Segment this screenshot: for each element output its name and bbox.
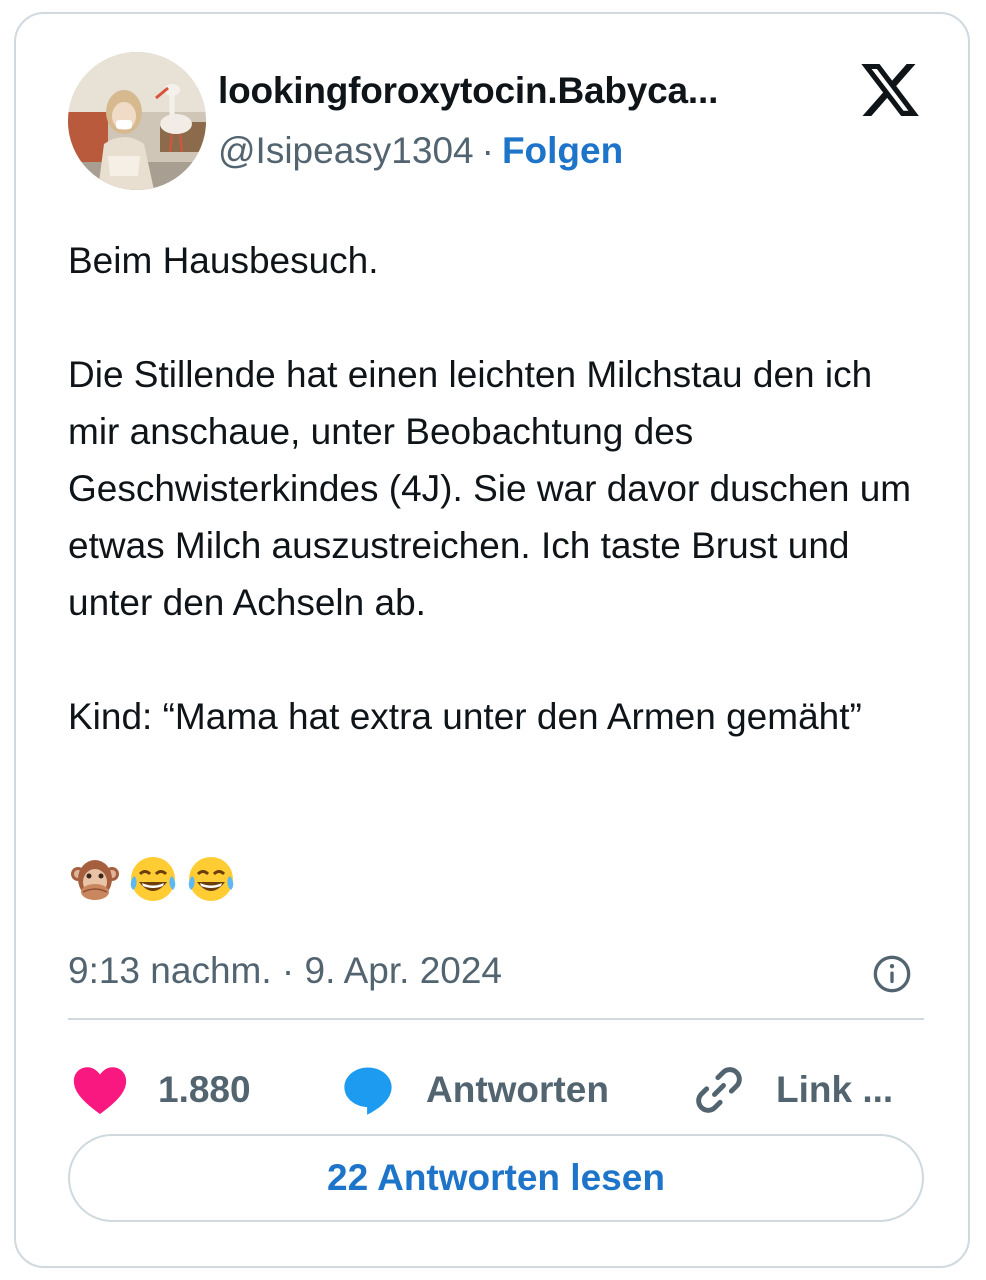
like-count: 1.880	[158, 1069, 251, 1110]
author-handle[interactable]: @Isipeasy1304	[218, 130, 474, 171]
tweet-paragraph: Kind: “Mama hat extra unter den Armen ge…	[68, 696, 862, 737]
tweet-paragraph: Die Stillende hat einen leichten Milchst…	[68, 354, 912, 623]
tweet-timestamp[interactable]: 9:13 nachm. · 9. Apr. 2024	[68, 950, 502, 992]
author-handle-row: @Isipeasy1304 · Folgen	[218, 130, 623, 172]
copy-link-button[interactable]: Link ...	[692, 1060, 893, 1120]
emoji-row	[68, 852, 238, 912]
speak-no-evil-monkey-icon	[71, 860, 119, 900]
info-icon[interactable]	[872, 954, 912, 994]
avatar-photo-icon	[68, 52, 206, 190]
author-avatar[interactable]	[68, 52, 206, 190]
author-display-name[interactable]: lookingforoxytocin.Babyca...	[218, 70, 718, 112]
tears-of-joy-icon	[188, 857, 234, 901]
handle-separator: ·	[481, 130, 494, 171]
link-icon	[696, 1067, 742, 1113]
reply-button[interactable]: Antworten	[340, 1060, 609, 1120]
reply-bubble-icon	[344, 1067, 392, 1115]
follow-button[interactable]: Folgen	[502, 130, 623, 171]
tweet-text: Beim Hausbesuch. Die Stillende hat einen…	[68, 232, 928, 745]
reply-label: Antworten	[426, 1069, 609, 1110]
read-replies-button[interactable]: 22 Antworten lesen	[68, 1134, 924, 1222]
like-button[interactable]: 1.880	[72, 1060, 251, 1120]
divider	[68, 1018, 924, 1020]
heart-icon	[73, 1067, 127, 1115]
tweet-paragraph: Beim Hausbesuch.	[68, 240, 379, 281]
tears-of-joy-icon	[130, 857, 176, 901]
tweet-card: lookingforoxytocin.Babyca... @Isipeasy13…	[14, 12, 970, 1268]
copy-link-label: Link ...	[776, 1069, 894, 1110]
x-logo-icon[interactable]	[858, 58, 922, 122]
